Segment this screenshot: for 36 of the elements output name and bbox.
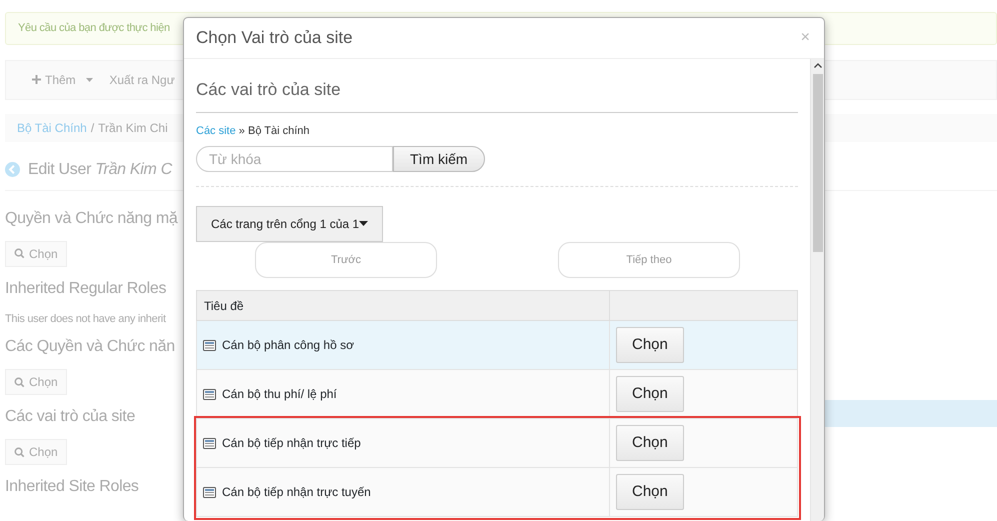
select-button[interactable]: Chọn <box>616 424 684 462</box>
pages-dropdown[interactable]: Các trang trên cổng 1 của 1 <box>196 206 384 242</box>
breadcrumb-current: Bộ Tài chính <box>248 124 310 136</box>
section-heading: Các vai trò của site <box>5 407 136 427</box>
list-icon <box>203 487 216 498</box>
page-title: Edit User Trần Kim C <box>28 160 172 180</box>
section-heading: Inherited Site Roles <box>5 477 139 497</box>
search-icon <box>14 376 25 388</box>
section-heading: Các Quyền và Chức năn <box>5 337 175 357</box>
scrollbar[interactable] <box>810 59 824 521</box>
role-title: Cán bộ thu phí/ lệ phí <box>222 387 337 401</box>
section-heading: Inherited Regular Roles <box>5 278 166 298</box>
list-icon <box>203 389 216 400</box>
role-title: Cán bộ tiếp nhận trực tuyến <box>222 485 371 499</box>
breadcrumb-current: Trần Kim Chi <box>98 120 168 136</box>
role-title: Cán bộ tiếp nhận trực tiếp <box>222 436 361 450</box>
info-text: This user does not have any inherit <box>5 312 166 326</box>
scroll-up-icon[interactable] <box>814 63 822 68</box>
section-heading: Quyền và Chức năng mặ <box>5 208 178 228</box>
section-heading: Các vai trò của site <box>196 77 798 112</box>
search-button[interactable]: Tìm kiếm <box>393 146 485 172</box>
breadcrumb-separator: / <box>90 120 94 136</box>
breadcrumb-separator: » <box>238 124 246 136</box>
select-button[interactable]: Chọn <box>616 376 684 412</box>
search-icon <box>14 446 25 458</box>
search-field[interactable]: Từ khóa <box>196 146 393 172</box>
role-title: Cán bộ phân công hồ sơ <box>222 338 354 352</box>
select-button[interactable]: Chọn <box>616 326 684 364</box>
list-icon <box>203 340 216 351</box>
plus-icon <box>32 75 41 84</box>
select-button[interactable]: Chọn <box>616 474 684 510</box>
search-icon <box>14 248 25 259</box>
caret-icon <box>86 78 94 82</box>
back-icon[interactable] <box>5 162 20 177</box>
column-header: Tiêu đề <box>196 290 610 320</box>
list-icon <box>203 438 216 449</box>
